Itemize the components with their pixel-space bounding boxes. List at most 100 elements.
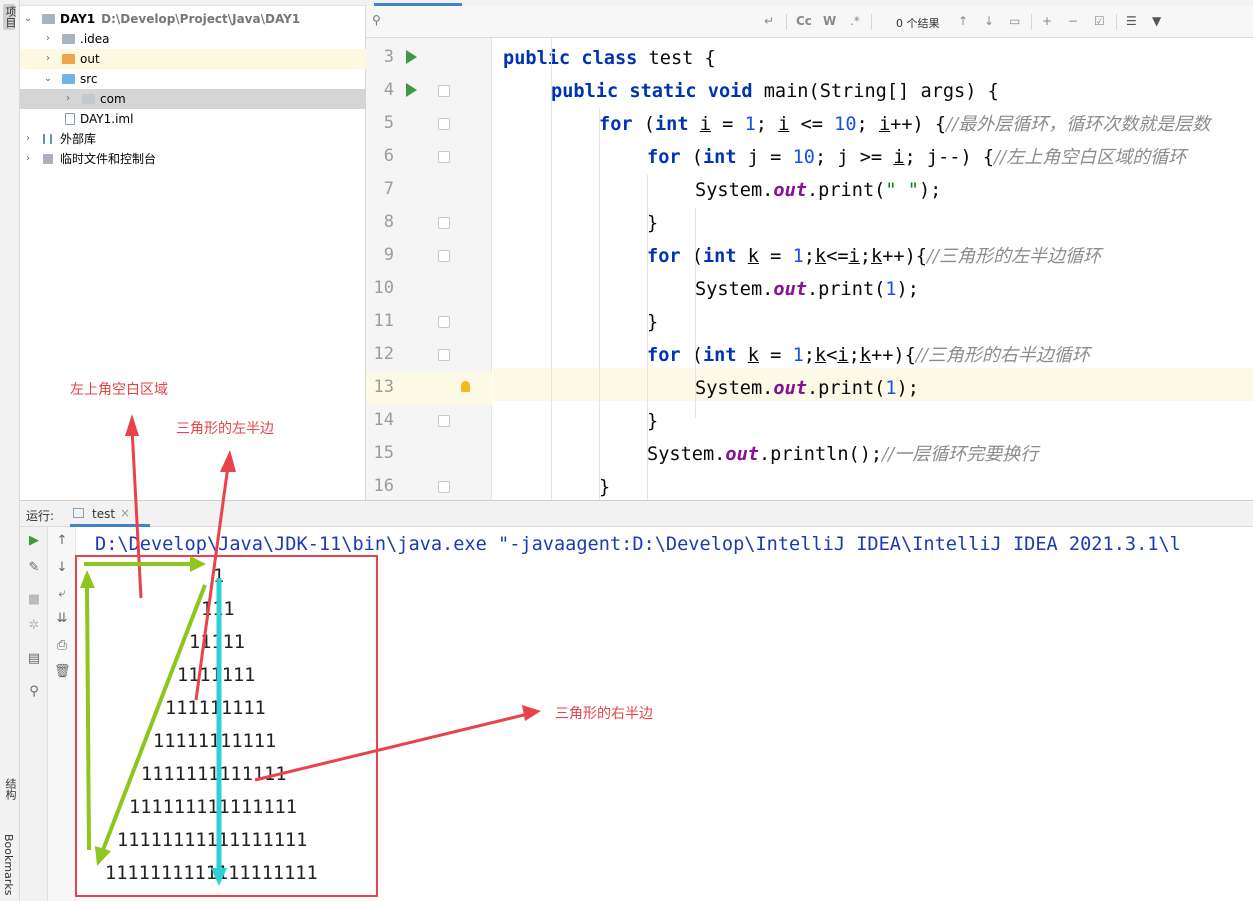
chevron-right-icon[interactable]: › (62, 89, 74, 109)
soft-wrap-icon[interactable]: ⤶ (54, 586, 70, 602)
arrow-down-icon[interactable]: ↓ (54, 560, 70, 576)
trash-icon[interactable]: 🗑 (54, 664, 71, 680)
select-all-occurrences-icon[interactable]: ▭ (1009, 14, 1020, 28)
tree-item-src[interactable]: ⌄ src (20, 69, 366, 89)
search-input[interactable] (386, 10, 766, 32)
tree-item-out[interactable]: › out (20, 49, 366, 69)
code-line[interactable]: System.out.print(1); (695, 273, 919, 306)
fold-marker-icon[interactable] (438, 250, 450, 262)
remove-occurrence-icon[interactable]: − (1068, 14, 1078, 28)
pin-icon[interactable]: ⚲ (26, 684, 42, 700)
code-text: } (647, 213, 659, 234)
next-occurrence-icon[interactable]: ↓ (984, 14, 994, 28)
chevron-right-icon[interactable]: › (22, 149, 34, 169)
run-tab-test[interactable]: test × (70, 501, 150, 527)
debug-icon[interactable]: ✲ (26, 618, 42, 634)
scroll-to-end-icon[interactable]: ⇊ (54, 611, 70, 627)
line-number: 13 (373, 377, 394, 397)
code-line[interactable]: } (647, 207, 658, 240)
code-keyword: for (647, 147, 681, 168)
chevron-right-icon[interactable]: › (42, 49, 54, 69)
code-line[interactable]: for (int i = 1; i <= 10; i++) {//最外层循环，循… (599, 108, 1210, 141)
code-line[interactable]: } (599, 471, 610, 500)
bookmarks-tool-label[interactable]: Bookmarks (2, 834, 15, 895)
fold-marker-icon[interactable] (438, 85, 450, 97)
tree-item-idea[interactable]: › .idea (20, 29, 366, 49)
indent-guide (695, 208, 696, 418)
run-gutter-icon[interactable] (406, 50, 417, 64)
code-keyword: void (707, 81, 753, 102)
tree-item-day1[interactable]: ⌄ DAY1 D:\Develop\Project\Java\DAY1 (20, 9, 366, 29)
code-text: ++){ (882, 246, 927, 267)
code-line[interactable]: for (int k = 1;k<=i;k++){//三角形的左半边循环 (647, 240, 1101, 273)
rerun-icon[interactable]: ▶ (26, 533, 42, 549)
filter-options-icon[interactable]: ☰ (1126, 14, 1137, 28)
tree-item-day1-iml[interactable]: DAY1.iml (20, 109, 366, 129)
excluded-folder-icon (62, 54, 75, 64)
line-number: 15 (373, 443, 394, 463)
code-text: ( (680, 246, 703, 267)
code-line[interactable]: } (647, 306, 658, 339)
filter-icon[interactable]: ▼ (1152, 14, 1161, 28)
close-icon[interactable]: × (120, 506, 130, 520)
code-line[interactable]: System.out.println();//一层循环完要换行 (647, 438, 1038, 471)
chevron-right-icon[interactable]: › (42, 29, 54, 49)
regex-button[interactable]: .* (850, 14, 860, 28)
match-case-button[interactable]: Cc (796, 14, 812, 28)
tree-item-label: 临时文件和控制台 (60, 152, 157, 166)
code-number: 1 (885, 378, 897, 399)
fold-marker-icon[interactable] (438, 217, 450, 229)
code-text: = (758, 246, 793, 267)
code-line[interactable]: for (int j = 10; j >= i; j--) {//左上角空白区域… (647, 141, 1186, 174)
project-panel-header (20, 0, 366, 6)
tree-item-com[interactable]: › com (20, 89, 366, 109)
code-line[interactable]: } (647, 405, 658, 438)
code-text: ; (803, 345, 815, 366)
annotation-blank-area: 左上角空白区域 (70, 382, 168, 398)
code-text: = (758, 345, 793, 366)
code-text: } (647, 312, 659, 333)
print-icon[interactable]: ⎙ (54, 638, 70, 654)
intention-bulb-icon[interactable] (461, 381, 470, 392)
code-line[interactable]: for (int k = 1;k<i;k++){//三角形的右半边循环 (647, 339, 1090, 372)
add-occurrence-icon[interactable]: + (1042, 14, 1052, 28)
code-keyword: public (551, 81, 619, 102)
line-number: 14 (373, 410, 394, 430)
whole-word-button[interactable]: W (823, 14, 836, 28)
stop-icon[interactable]: ■ (26, 592, 42, 608)
fold-marker-icon[interactable] (438, 349, 450, 361)
code-text: <= (826, 246, 849, 267)
code-line[interactable]: public class test { (503, 42, 716, 75)
settings-wrench-icon[interactable]: ✎ (26, 560, 42, 576)
structure-tool-label[interactable]: 结构 (2, 778, 18, 800)
layout-icon[interactable]: ▤ (26, 651, 42, 667)
fold-marker-icon[interactable] (438, 151, 450, 163)
indent-guide (599, 108, 600, 500)
run-gutter-icon[interactable] (406, 83, 417, 97)
chevron-right-icon[interactable]: › (22, 129, 34, 149)
previous-occurrence-icon[interactable]: ↑ (958, 14, 968, 28)
code-line[interactable]: System.out.print(1); (695, 372, 919, 405)
tree-item-scratches[interactable]: › 临时文件和控制台 (20, 149, 366, 169)
code-area[interactable]: public class test {public static void ma… (493, 38, 1253, 500)
divider (786, 14, 787, 30)
code-keyword: public (503, 48, 571, 69)
code-line[interactable]: System.out.print(" "); (695, 174, 941, 207)
chevron-down-icon[interactable]: ⌄ (42, 69, 54, 89)
code-number: 1 (792, 345, 804, 366)
fold-marker-icon[interactable] (438, 316, 450, 328)
fold-marker-icon[interactable] (438, 118, 450, 130)
code-comment: //左上角空白区域的循环 (994, 147, 1187, 168)
code-line[interactable]: public static void main(String[] args) { (551, 75, 999, 108)
newline-icon[interactable]: ↵ (764, 14, 774, 28)
select-all-icon[interactable]: ☑ (1094, 14, 1105, 28)
chevron-down-icon[interactable]: ⌄ (22, 9, 34, 29)
project-tool-label[interactable]: 项目 (2, 6, 18, 28)
code-text: ); (918, 180, 942, 201)
tree-item-external-libraries[interactable]: › 外部库 (20, 129, 366, 149)
arrow-up-icon[interactable]: ↑ (54, 533, 70, 549)
fold-marker-icon[interactable] (438, 415, 450, 427)
fold-marker-icon[interactable] (438, 481, 450, 493)
